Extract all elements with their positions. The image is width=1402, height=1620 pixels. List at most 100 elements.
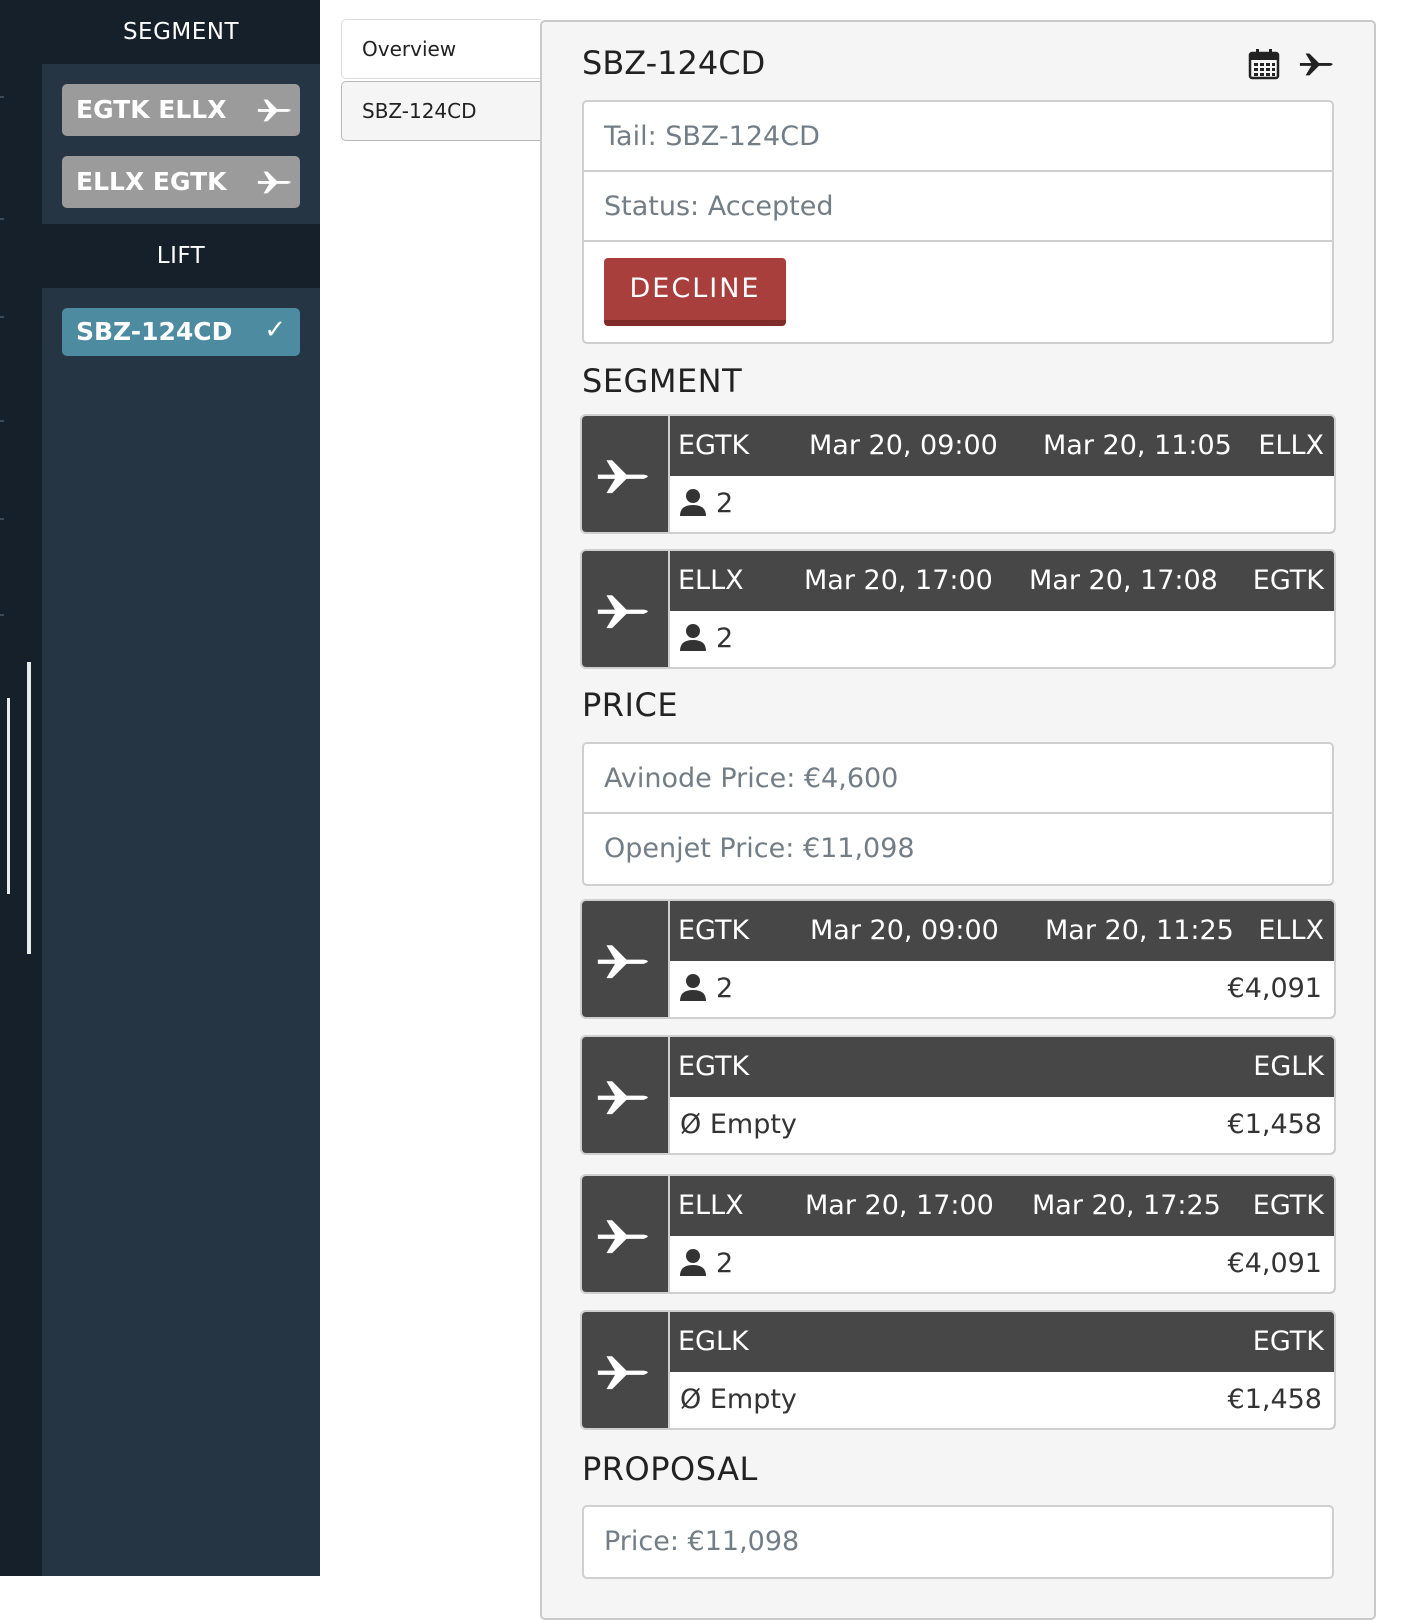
plane-icon[interactable] xyxy=(1298,48,1336,80)
rail-tick xyxy=(0,420,4,422)
leg-departure: Mar 20, 09:00 xyxy=(809,430,998,461)
leg-price: €1,458 xyxy=(1227,1109,1322,1140)
leg-arrival: Mar 20, 11:05 xyxy=(1043,430,1232,461)
sidebar-segment-item[interactable]: EGTK ELLX xyxy=(62,84,300,136)
leg-header: EGLK EGTK xyxy=(668,1312,1334,1372)
leg-header: EGTK Mar 20, 09:00 Mar 20, 11:05 ELLX xyxy=(668,416,1334,476)
openjet-price: Openjet Price: €11,098 xyxy=(604,833,915,864)
check-icon: ✓ xyxy=(264,315,286,345)
leg-header: EGTK Mar 20, 09:00 Mar 20, 11:25 ELLX xyxy=(668,901,1334,961)
calendar-icon[interactable] xyxy=(1248,48,1280,80)
tab-sbz-124cd[interactable]: SBZ-124CD xyxy=(341,81,541,141)
decline-button[interactable]: DECLINE xyxy=(604,258,786,326)
leg-details: Ø Empty €1,458 xyxy=(668,1097,1334,1153)
leg-pax-count: 2 xyxy=(716,488,734,519)
leg-header: ELLX Mar 20, 17:00 Mar 20, 17:08 EGTK xyxy=(668,551,1334,611)
rail-tick xyxy=(0,316,4,318)
leg-divider xyxy=(668,1037,670,1097)
plane-icon xyxy=(597,460,648,494)
leg-origin: EGTK xyxy=(678,430,750,461)
status-field: Status: Accepted xyxy=(584,172,1332,242)
rail-tick xyxy=(0,518,4,520)
sidebar-lift-list: SBZ-124CD ✓ xyxy=(42,288,320,372)
leg-pax-count: 2 xyxy=(716,1248,734,1279)
leg-arrival: Mar 20, 17:25 xyxy=(1032,1190,1221,1221)
sidebar: SEGMENT EGTK ELLX ELLX EGTK LIFT SBZ-124… xyxy=(42,0,320,1576)
leg-origin: ELLX xyxy=(678,565,744,596)
sidebar-segment-list: EGTK ELLX ELLX EGTK xyxy=(42,64,320,224)
rail-tick xyxy=(0,614,4,616)
scroll-indicator-secondary xyxy=(7,698,10,894)
segment-leg[interactable]: EGTK Mar 20, 09:00 Mar 20, 11:05 ELLX 2 xyxy=(580,414,1336,534)
proposal-box: Price: €11,098 xyxy=(582,1505,1334,1579)
leg-departure: Mar 20, 17:00 xyxy=(805,1190,994,1221)
leg-origin: EGTK xyxy=(678,915,750,946)
leg-details: 2 €4,091 xyxy=(668,961,1334,1017)
leg-origin: EGTK xyxy=(678,1051,750,1082)
plane-icon xyxy=(597,945,648,979)
plane-icon xyxy=(597,1081,648,1115)
leg-destination: EGLK xyxy=(1253,1051,1324,1082)
leg-arrival: Mar 20, 17:08 xyxy=(1029,565,1218,596)
sidebar-segment-item[interactable]: ELLX EGTK xyxy=(62,156,300,208)
person-icon xyxy=(680,974,706,1001)
leg-empty-label: Ø Empty xyxy=(680,1109,797,1140)
price-leg[interactable]: EGLK EGTK Ø Empty €1,458 xyxy=(580,1310,1336,1430)
leg-divider xyxy=(668,1176,670,1236)
leg-departure: Mar 20, 17:00 xyxy=(804,565,993,596)
panel-title: SBZ-124CD xyxy=(582,44,766,82)
leg-details: 2 xyxy=(668,611,1334,667)
person-icon xyxy=(680,489,706,516)
sidebar-lift-item[interactable]: SBZ-124CD ✓ xyxy=(62,308,300,356)
leg-details: 2 €4,091 xyxy=(668,1236,1334,1292)
plane-icon xyxy=(597,595,648,629)
avinode-price: Avinode Price: €4,600 xyxy=(584,744,1332,814)
tab-overview[interactable]: Overview xyxy=(341,19,541,79)
plane-icon xyxy=(597,1356,648,1390)
leg-destination: EGTK xyxy=(1252,565,1324,596)
leg-divider xyxy=(668,416,670,476)
price-box: Avinode Price: €4,600 Openjet Price: €11… xyxy=(582,742,1334,886)
leg-price: €4,091 xyxy=(1227,973,1322,1004)
price-leg[interactable]: EGTK Mar 20, 09:00 Mar 20, 11:25 ELLX 2 … xyxy=(580,899,1336,1019)
leg-origin: EGLK xyxy=(678,1326,749,1357)
leg-destination: ELLX xyxy=(1258,915,1324,946)
segment-section-title: SEGMENT xyxy=(582,362,743,400)
sidebar-segment-label: EGTK ELLX xyxy=(76,95,227,124)
sidebar-lift-header: LIFT xyxy=(42,224,320,288)
leg-departure: Mar 20, 09:00 xyxy=(810,915,999,946)
left-rail xyxy=(0,0,42,1576)
person-icon xyxy=(680,624,706,651)
leg-passengers: 2 xyxy=(680,1236,733,1292)
leg-pax-count: 2 xyxy=(716,973,734,1004)
leg-passengers: 2 xyxy=(680,611,733,667)
leg-pax-count: 2 xyxy=(716,623,734,654)
plane-icon xyxy=(257,99,291,122)
leg-destination: EGTK xyxy=(1252,1326,1324,1357)
leg-price: €4,091 xyxy=(1227,1248,1322,1279)
leg-passengers: 2 xyxy=(680,476,733,532)
sidebar-segment-label: ELLX EGTK xyxy=(76,167,227,196)
plane-icon xyxy=(257,171,291,194)
leg-divider xyxy=(668,1312,670,1372)
sidebar-segment-header: SEGMENT xyxy=(42,0,320,64)
proposal-price: Price: €11,098 xyxy=(604,1526,800,1557)
leg-details: 2 xyxy=(668,476,1334,532)
sidebar-lift-label: SBZ-124CD xyxy=(76,317,233,346)
proposal-section-title: PROPOSAL xyxy=(582,1450,758,1488)
plane-icon xyxy=(597,1220,648,1254)
person-icon xyxy=(680,1249,706,1276)
price-leg[interactable]: ELLX Mar 20, 17:00 Mar 20, 17:25 EGTK 2 … xyxy=(580,1174,1336,1294)
rail-tick xyxy=(0,96,4,98)
leg-details: Ø Empty €1,458 xyxy=(668,1372,1334,1428)
leg-price: €1,458 xyxy=(1227,1384,1322,1415)
price-leg[interactable]: EGTK EGLK Ø Empty €1,458 xyxy=(580,1035,1336,1155)
leg-header: ELLX Mar 20, 17:00 Mar 20, 17:25 EGTK xyxy=(668,1176,1334,1236)
leg-divider xyxy=(668,901,670,961)
tail-status-box: Tail: SBZ-124CD Status: Accepted DECLINE xyxy=(582,100,1334,344)
leg-empty-label: Ø Empty xyxy=(680,1384,797,1415)
rail-tick xyxy=(0,218,4,220)
leg-arrival: Mar 20, 11:25 xyxy=(1045,915,1234,946)
scroll-indicator[interactable] xyxy=(27,662,31,954)
segment-leg[interactable]: ELLX Mar 20, 17:00 Mar 20, 17:08 EGTK 2 xyxy=(580,549,1336,669)
